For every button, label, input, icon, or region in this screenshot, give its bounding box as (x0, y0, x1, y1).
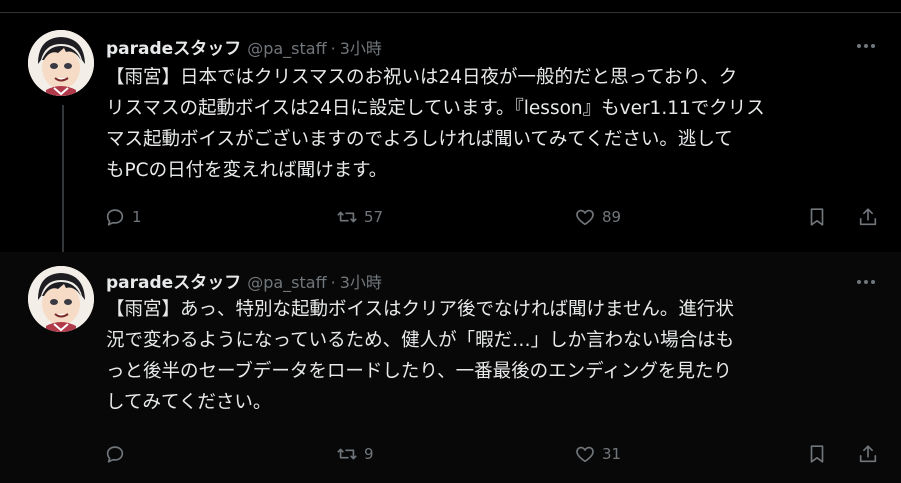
tweet[interactable]: paradeスタッフ @pa_staff · 3小時 【雨宮】あっ、特別な起動ボ… (0, 252, 901, 483)
retweet-button[interactable]: 9 (336, 440, 374, 468)
tweet[interactable]: paradeスタッフ @pa_staff · 3小時 【雨宮】日本ではクリスマス… (0, 12, 901, 252)
more-options-button[interactable] (852, 36, 880, 56)
tweet-header: paradeスタッフ @pa_staff · 3小時 (106, 34, 382, 59)
retweet-count: 57 (364, 208, 384, 226)
like-count: 31 (602, 445, 622, 463)
reply-count: 1 (132, 208, 142, 226)
retweet-icon (337, 211, 357, 223)
avatar-image (28, 30, 94, 96)
tweet-actions: 9 31 (104, 440, 884, 468)
user-handle[interactable]: @pa_staff (247, 39, 326, 58)
separator-dot: · (330, 39, 336, 58)
reply-icon (106, 209, 124, 226)
separator-dot: · (330, 273, 336, 292)
heart-icon (576, 209, 594, 226)
like-button[interactable]: 31 (574, 440, 621, 468)
more-options-button[interactable] (852, 272, 880, 292)
like-count: 89 (602, 208, 622, 226)
bookmark-button[interactable] (806, 203, 828, 231)
share-icon (859, 208, 877, 226)
tweet-text: 【雨宮】あっ、特別な起動ボイスはクリア後でなければ聞けません。進行状 況で変わる… (106, 299, 735, 413)
tweet-actions: 1 57 89 (104, 203, 884, 231)
heart-icon (576, 446, 594, 463)
timestamp[interactable]: 3小時 (340, 269, 382, 293)
display-name[interactable]: paradeスタッフ (106, 34, 241, 59)
bookmark-button[interactable] (806, 440, 828, 468)
more-horizontal-icon (857, 280, 875, 284)
timestamp[interactable]: 3小時 (340, 35, 382, 59)
share-icon (859, 445, 877, 463)
more-horizontal-icon (857, 44, 875, 48)
tweet-text: 【雨宮】日本ではクリスマスのお祝いは24日夜が一般的だと思っており、ク リスマス… (106, 67, 765, 181)
display-name[interactable]: paradeスタッフ (106, 268, 241, 293)
bookmark-icon (810, 445, 824, 463)
avatar[interactable] (28, 30, 94, 96)
avatar[interactable] (28, 266, 94, 332)
share-button[interactable] (857, 440, 879, 468)
retweet-icon (337, 448, 357, 460)
share-button[interactable] (857, 203, 879, 231)
bookmark-icon (810, 208, 824, 226)
user-handle[interactable]: @pa_staff (247, 273, 326, 292)
like-button[interactable]: 89 (574, 203, 621, 231)
retweet-button[interactable]: 57 (336, 203, 383, 231)
reply-button[interactable]: 1 (104, 203, 142, 231)
tweet-header: paradeスタッフ @pa_staff · 3小時 (106, 268, 382, 293)
reply-icon (106, 446, 124, 463)
avatar-image (28, 266, 94, 332)
reply-button[interactable] (104, 440, 132, 468)
retweet-count: 9 (364, 445, 374, 463)
